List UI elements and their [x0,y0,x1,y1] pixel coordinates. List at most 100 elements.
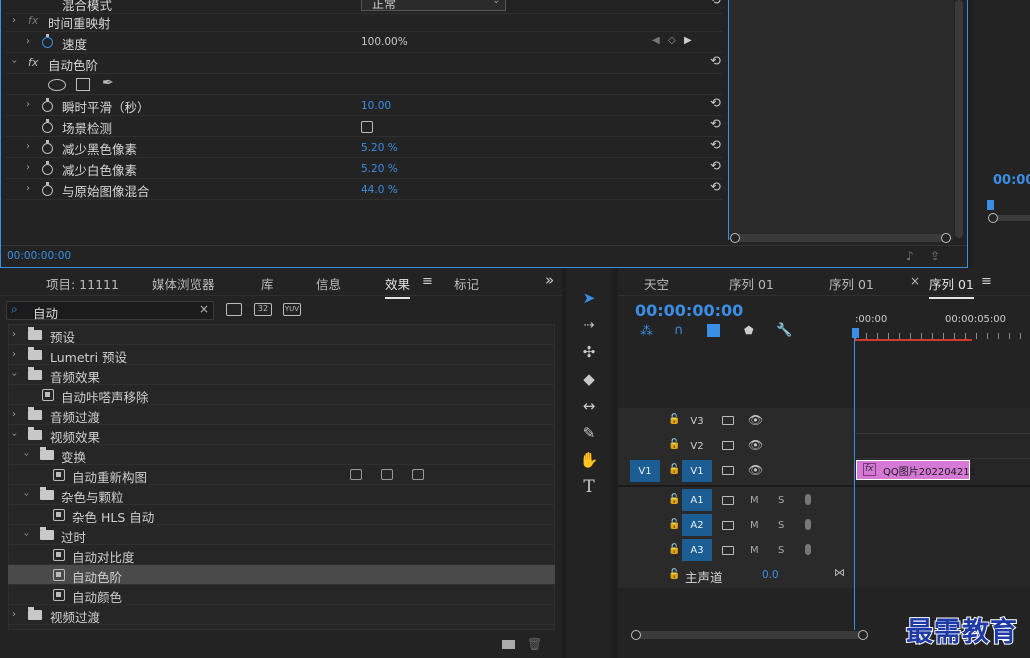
audio-only-icon[interactable]: ♪ [906,249,914,263]
pen-mask-icon[interactable]: ✒ [102,75,114,91]
chevron-down-icon[interactable]: › [21,533,32,537]
effect-controls-scrollbar[interactable] [955,0,963,238]
zoom-handle-left[interactable] [631,630,641,640]
param-row[interactable]: › 瞬时平滑（秒） 10.00 ⟲ [6,95,722,116]
reset-icon[interactable]: ⟲ [710,159,721,174]
chevron-right-icon[interactable]: › [26,36,30,47]
param-row[interactable]: › 与原始图像混合 44.0 % ⟲ [6,179,722,200]
sync-lock-icon[interactable] [722,441,734,450]
tab-project[interactable]: 项目: 11111 [46,274,119,293]
reset-icon[interactable]: ⟲ [710,117,721,132]
chevron-down-icon[interactable]: › [9,433,20,437]
reset-icon[interactable]: ⟲ [710,54,721,69]
work-area-bar[interactable] [855,339,972,341]
search-input[interactable]: 自动 [33,303,58,322]
tab-sequence-sky[interactable]: 天空 [644,274,669,293]
fx-icon[interactable]: fx [28,14,38,27]
timeline-zoom-bar[interactable] [636,631,862,639]
chevron-right-icon[interactable]: › [26,183,30,194]
mic-icon[interactable] [805,519,811,530]
stopwatch-icon[interactable] [42,140,53,154]
list-item[interactable]: 自动重新构图 [8,465,555,485]
list-item[interactable]: 自动颜色 [8,585,555,605]
program-timecode[interactable]: 00:00 [993,173,1030,188]
32bit-filter-icon[interactable]: 32 [254,303,272,316]
tab-sequence[interactable]: 序列 01 [829,274,874,293]
search-box[interactable]: ⌕ 自动 × [6,301,214,322]
tab-menu-icon[interactable]: ≡ [422,274,433,289]
mic-icon[interactable] [805,544,811,555]
program-playhead-marker[interactable] [987,200,994,210]
zoom-handle-left[interactable] [988,213,998,223]
razor-tool-icon[interactable]: ◆ [576,368,602,390]
reset-icon[interactable]: ⟲ [710,138,721,153]
rectangle-mask-icon[interactable] [76,78,90,91]
slip-tool-icon[interactable]: ↔ [576,395,602,417]
type-tool-icon[interactable]: T [576,476,602,498]
chevron-right-icon[interactable]: › [26,99,30,110]
master-volume-value[interactable]: 0.0 [762,569,779,581]
list-item[interactable]: 自动对比度 [8,545,555,565]
chevron-right-icon[interactable]: › [12,349,16,360]
accelerated-effects-filter-icon[interactable] [226,303,242,316]
blend-mode-select[interactable]: 正常 ⌄ [361,0,506,11]
effect-controls-timecode[interactable]: 00:00:00:00 [7,250,71,262]
stopwatch-icon[interactable] [42,98,53,112]
pen-tool-icon[interactable]: ✎ [576,422,602,444]
list-item[interactable]: › 过时 [8,525,555,545]
chevron-right-icon[interactable]: › [12,15,16,26]
go-to-end-icon[interactable]: ⋈ [834,566,845,579]
zoom-handle-left[interactable] [730,233,740,243]
reset-icon[interactable]: ⟲ [710,96,721,111]
snap-icon[interactable]: ∩ [674,323,684,338]
mic-icon[interactable] [805,494,811,505]
eye-icon[interactable]: 👁 [748,463,763,477]
param-value[interactable]: 5.20 % [361,163,398,175]
export-icon[interactable]: ⇪ [930,249,940,263]
timeline-timecode[interactable]: 00:00:00:00 [635,301,743,320]
fx-icon[interactable]: fx [28,56,38,69]
wrench-icon[interactable]: 🔧 [776,323,792,338]
list-item[interactable]: › 视频效果 [8,425,555,445]
lock-icon[interactable]: 🔓 [668,494,680,505]
list-item[interactable]: › 视频过渡 [8,605,555,625]
speed-value[interactable]: 100.00% [361,36,408,48]
source-patch-v1[interactable]: V1 [630,460,660,482]
chevron-down-icon[interactable]: › [9,60,20,64]
chevron-down-icon[interactable]: › [21,493,32,497]
lock-icon[interactable]: 🔓 [668,439,680,450]
param-value[interactable]: 10.00 [361,100,391,112]
eye-icon[interactable]: 👁 [748,413,763,427]
hand-tool-icon[interactable]: ✋ [576,449,602,471]
chevron-right-icon[interactable]: › [12,409,16,420]
mini-zoom-scrollbar[interactable] [735,234,945,242]
mute-button[interactable]: M [750,545,759,556]
tab-media-browser[interactable]: 媒体浏览器 [152,274,215,293]
stopwatch-icon[interactable] [42,119,53,133]
new-bin-icon[interactable] [502,640,515,649]
chevron-down-icon[interactable]: › [21,453,32,457]
lock-icon[interactable]: 🔓 [668,569,680,580]
mute-button[interactable]: M [750,495,759,506]
param-row[interactable]: › 减少白色像素 5.20 % ⟲ [6,158,722,179]
prev-keyframe-icon[interactable]: ◀ [652,35,660,46]
list-item[interactable]: › 变换 [8,445,555,465]
list-item[interactable]: › 音频效果 [8,365,555,385]
chevron-right-icon[interactable]: › [26,162,30,173]
add-keyframe-icon[interactable]: ◇ [668,35,676,46]
zoom-handle-right[interactable] [858,630,868,640]
ellipse-mask-icon[interactable] [48,79,66,91]
lock-icon[interactable]: 🔓 [668,414,680,425]
list-item[interactable]: › 杂色与颗粒 [8,485,555,505]
trash-icon[interactable]: 🗑 [527,637,542,651]
video-clip[interactable]: fx QQ图片202204211 [856,460,976,480]
sync-lock-icon[interactable] [722,496,734,505]
chevron-down-icon[interactable]: › [9,373,20,377]
param-value[interactable]: 5.20 % [361,142,398,154]
solo-button[interactable]: S [778,545,784,556]
solo-button[interactable]: S [778,495,784,506]
chevron-right-icon[interactable]: › [12,609,16,620]
next-keyframe-icon[interactable]: ▶ [684,35,692,46]
stopwatch-icon[interactable] [42,161,53,175]
track-name-v3[interactable]: V3 [682,410,712,432]
